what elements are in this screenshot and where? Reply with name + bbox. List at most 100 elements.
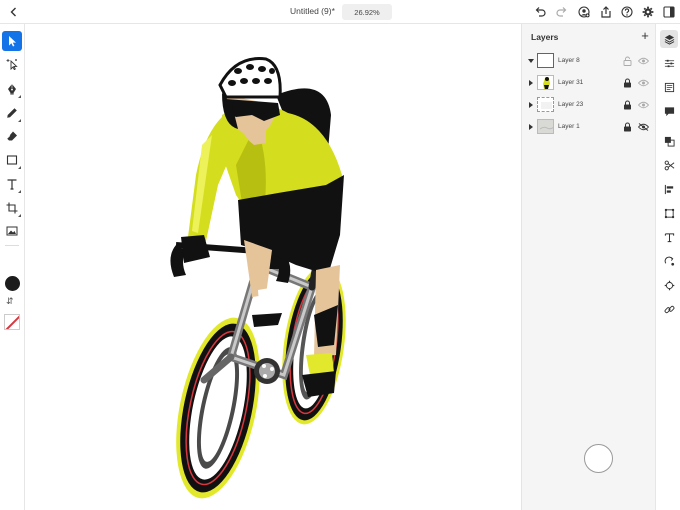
layer-thumbnail xyxy=(537,53,554,68)
layer-row[interactable]: Layer 31 xyxy=(522,73,656,93)
cyclist-artwork[interactable] xyxy=(26,25,521,510)
text-properties-button[interactable] xyxy=(660,228,678,246)
plugin-gear-icon xyxy=(664,280,674,290)
add-layer-button[interactable]: + xyxy=(639,29,651,43)
layer-name: Layer 1 xyxy=(558,123,580,130)
plugins-button[interactable] xyxy=(660,276,678,294)
direct-selection-tool[interactable] xyxy=(2,54,22,74)
layer-name: Layer 23 xyxy=(558,101,584,108)
layers-panel-button[interactable] xyxy=(660,30,678,48)
chevron-right-icon[interactable] xyxy=(527,79,535,87)
settings-button[interactable] xyxy=(640,4,656,20)
layers-icon xyxy=(664,34,674,45)
chevron-right-icon[interactable] xyxy=(527,101,535,109)
lock-icon[interactable] xyxy=(623,100,632,110)
layer-row[interactable]: Layer 1 xyxy=(522,117,656,137)
links-button[interactable] xyxy=(660,300,678,318)
eraser-tool[interactable] xyxy=(2,126,22,146)
properties-button[interactable] xyxy=(661,4,677,20)
properties-button[interactable] xyxy=(660,54,678,72)
link-icon xyxy=(664,305,674,313)
align-button[interactable] xyxy=(660,180,678,198)
layer-thumbnail xyxy=(537,75,554,90)
chevron-down-icon[interactable] xyxy=(527,57,535,65)
arrow-pointer-icon xyxy=(9,36,16,47)
libraries-button[interactable] xyxy=(660,78,678,96)
artboard-canvas[interactable] xyxy=(26,25,521,510)
undo-icon xyxy=(535,7,546,17)
cut-button[interactable] xyxy=(660,156,678,174)
toolbar-divider xyxy=(5,245,19,246)
eye-hidden-icon[interactable] xyxy=(638,123,649,131)
type-icon xyxy=(7,179,17,190)
sliders-icon xyxy=(664,59,674,67)
invite-button[interactable] xyxy=(576,4,592,20)
shape-tool[interactable] xyxy=(2,150,22,170)
transform-icon xyxy=(664,208,674,218)
undo-button[interactable] xyxy=(532,4,548,20)
rectangle-icon xyxy=(6,155,18,165)
chevron-right-icon[interactable] xyxy=(527,123,535,131)
place-image-tool[interactable] xyxy=(2,221,22,241)
right-rail xyxy=(655,24,680,510)
redo-button[interactable] xyxy=(554,4,570,20)
layer-thumbnail xyxy=(537,119,554,134)
pathfinder-icon xyxy=(664,136,675,147)
selection-tool[interactable] xyxy=(2,31,22,51)
tool-group-indicator xyxy=(18,95,21,98)
layer-name: Layer 8 xyxy=(558,57,580,64)
help-button[interactable] xyxy=(619,4,635,20)
type-tool[interactable] xyxy=(2,174,22,194)
lock-icon[interactable] xyxy=(623,78,632,88)
comments-button[interactable] xyxy=(660,102,678,120)
layer-name: Layer 31 xyxy=(558,79,584,86)
help-icon xyxy=(621,6,633,18)
top-bar: Untitled (9)* 26.92% xyxy=(0,0,680,24)
repeat-icon xyxy=(664,256,674,266)
eye-icon[interactable] xyxy=(638,57,649,65)
layer-thumbnail xyxy=(537,97,554,112)
comment-icon xyxy=(664,106,674,116)
text-frame-icon xyxy=(664,232,674,242)
tool-group-indicator xyxy=(18,214,21,217)
pencil-tool[interactable] xyxy=(2,103,22,123)
share-button[interactable] xyxy=(598,4,614,20)
crop-icon xyxy=(6,202,18,214)
fill-color-swatch[interactable] xyxy=(5,276,20,291)
sparkle-selection-icon xyxy=(6,59,18,70)
pencil-icon xyxy=(7,108,17,118)
zoom-level[interactable]: 26.92% xyxy=(342,4,392,20)
stroke-color-swatch[interactable] xyxy=(4,314,20,330)
layers-panel: Layers + Layer 8 Layer 31 Layer 23 Layer… xyxy=(521,24,655,510)
tool-group-indicator xyxy=(18,190,21,193)
layer-row[interactable]: Layer 23 xyxy=(522,95,656,115)
image-icon xyxy=(6,226,18,236)
rear-wheel xyxy=(176,317,260,499)
eye-icon[interactable] xyxy=(638,101,649,109)
pathfinder-button[interactable] xyxy=(660,132,678,150)
touch-shortcut-button[interactable] xyxy=(584,444,613,473)
lock-icon[interactable] xyxy=(623,122,632,132)
redo-icon xyxy=(556,7,567,17)
align-left-icon xyxy=(664,184,673,194)
repeat-grid-button[interactable] xyxy=(660,252,678,270)
chevron-left-icon xyxy=(10,7,16,17)
share-icon xyxy=(601,6,611,18)
transform-button[interactable] xyxy=(660,204,678,222)
scissors-icon xyxy=(664,160,674,170)
libraries-icon xyxy=(664,82,674,92)
unlock-icon[interactable] xyxy=(623,56,632,66)
gear-icon xyxy=(642,6,654,18)
eye-icon[interactable] xyxy=(638,79,649,87)
crop-tool[interactable] xyxy=(2,198,22,218)
swap-colors-button[interactable]: ⇵ xyxy=(6,296,14,307)
properties-panel-icon xyxy=(663,6,675,18)
user-add-icon xyxy=(578,6,590,18)
layer-row[interactable]: Layer 8 xyxy=(522,51,656,71)
eraser-icon xyxy=(6,131,17,141)
document-title[interactable]: Untitled (9)* xyxy=(290,6,335,16)
back-button[interactable] xyxy=(6,4,20,20)
pen-nib-icon xyxy=(8,84,16,95)
pen-tool[interactable] xyxy=(2,79,22,99)
tool-group-indicator xyxy=(18,119,21,122)
